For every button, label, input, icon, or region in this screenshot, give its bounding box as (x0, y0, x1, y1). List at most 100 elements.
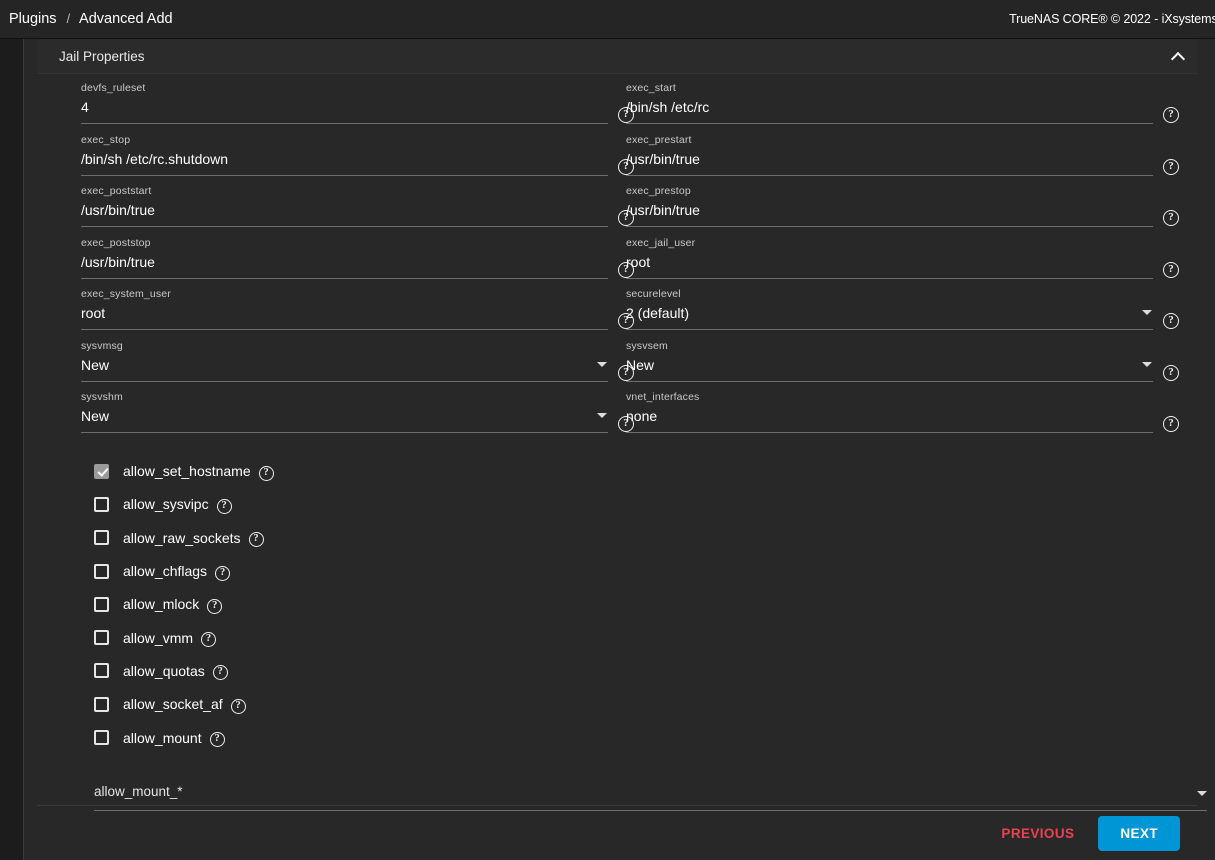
field-exec-system-user: exec_system_userroot? (81, 280, 626, 332)
wizard-footer: PREVIOUS NEXT (37, 805, 1197, 860)
field-value[interactable]: /usr/bin/true (626, 199, 1153, 221)
field-value[interactable]: 2 (default) (626, 302, 1153, 324)
field-control[interactable]: New? (81, 405, 608, 433)
checkbox-box[interactable] (94, 663, 109, 678)
help-icon[interactable]: ? (259, 466, 274, 481)
chevron-up-icon[interactable] (1170, 48, 1186, 64)
field-label: exec_stop (81, 134, 626, 146)
field-value[interactable]: /usr/bin/true (81, 251, 608, 273)
breadcrumb-current[interactable]: Advanced Add (79, 11, 173, 27)
breadcrumb-separator: / (67, 12, 70, 26)
form-row: sysvmsgNew?sysvsemNew? (37, 332, 1197, 384)
checkbox-box[interactable] (94, 597, 109, 612)
help-icon[interactable]: ? (1163, 313, 1179, 329)
content-shell: Jail Properties devfs_ruleset4?exec_star… (0, 39, 1215, 860)
field-exec-stop: exec_stop/bin/sh /etc/rc.shutdown? (81, 126, 626, 178)
allow-mount-multiselect-label: allow_mount_* (94, 781, 1207, 803)
field-control[interactable]: none? (626, 405, 1153, 433)
field-label: sysvmsg (81, 340, 626, 352)
help-icon[interactable]: ? (1163, 262, 1179, 278)
jail-properties-panel: Jail Properties devfs_ruleset4?exec_star… (23, 39, 1215, 860)
field-label: exec_prestart (626, 134, 1171, 146)
chevron-down-icon[interactable] (597, 362, 607, 367)
chevron-down-icon[interactable] (597, 413, 607, 418)
help-icon[interactable]: ? (201, 632, 216, 647)
field-value[interactable]: /usr/bin/true (81, 199, 608, 221)
checkbox-box[interactable] (94, 464, 109, 479)
field-control[interactable]: 4? (81, 96, 608, 124)
previous-button[interactable]: PREVIOUS (989, 817, 1086, 850)
field-value[interactable]: root (81, 302, 608, 324)
checkbox-label: allow_mount (123, 730, 202, 746)
field-label: exec_prestop (626, 185, 1171, 197)
help-icon[interactable]: ? (1163, 416, 1179, 432)
field-control[interactable]: /usr/bin/true? (626, 199, 1153, 227)
checkbox-box[interactable] (94, 530, 109, 545)
help-icon[interactable]: ? (231, 699, 246, 714)
field-label: sysvsem (626, 340, 1171, 352)
help-icon[interactable]: ? (215, 566, 230, 581)
field-control[interactable]: /bin/sh /etc/rc? (626, 96, 1153, 124)
field-control[interactable]: root? (81, 302, 608, 330)
form-row: exec_poststop/usr/bin/true?exec_jail_use… (37, 229, 1197, 281)
checkbox-allow-mlock[interactable]: allow_mlock? (94, 588, 1197, 621)
breadcrumb-root[interactable]: Plugins (9, 11, 57, 27)
field-control[interactable]: /usr/bin/true? (626, 148, 1153, 176)
field-value[interactable]: 4 (81, 96, 608, 118)
checkbox-label: allow_chflags (123, 563, 207, 579)
field-exec-poststop: exec_poststop/usr/bin/true? (81, 229, 626, 281)
chevron-down-icon[interactable] (1197, 791, 1207, 796)
checkbox-box[interactable] (94, 697, 109, 712)
checkbox-box[interactable] (94, 730, 109, 745)
help-icon[interactable]: ? (213, 665, 228, 680)
chevron-down-icon[interactable] (1142, 362, 1152, 367)
help-icon[interactable]: ? (249, 532, 264, 547)
field-value[interactable]: New (626, 354, 1153, 376)
field-control[interactable]: 2 (default)? (626, 302, 1153, 330)
checkbox-allow-set-hostname[interactable]: allow_set_hostname? (94, 455, 1197, 488)
help-icon[interactable]: ? (1163, 210, 1179, 226)
field-sysvmsg: sysvmsg New? (81, 332, 626, 384)
checkbox-allow-vmm[interactable]: allow_vmm? (94, 621, 1197, 654)
help-icon[interactable]: ? (1163, 365, 1179, 381)
checkbox-label: allow_set_hostname (123, 463, 251, 479)
help-icon[interactable]: ? (1163, 159, 1179, 175)
help-icon[interactable]: ? (217, 499, 232, 514)
help-icon[interactable]: ? (210, 732, 225, 747)
field-value[interactable]: New (81, 405, 608, 427)
field-control[interactable]: New? (81, 354, 608, 382)
help-icon[interactable]: ? (1163, 107, 1179, 123)
field-label: securelevel (626, 288, 1171, 300)
field-control[interactable]: /bin/sh /etc/rc.shutdown? (81, 148, 608, 176)
form-row: devfs_ruleset4?exec_start/bin/sh /etc/rc… (37, 74, 1197, 126)
checkbox-allow-raw-sockets[interactable]: allow_raw_sockets? (94, 521, 1197, 554)
checkbox-allow-socket-af[interactable]: allow_socket_af? (94, 688, 1197, 721)
field-value[interactable]: /usr/bin/true (626, 148, 1153, 170)
checkbox-box[interactable] (94, 564, 109, 579)
checkbox-allow-sysvipc[interactable]: allow_sysvipc? (94, 488, 1197, 521)
field-value[interactable]: /bin/sh /etc/rc (626, 96, 1153, 118)
field-exec-jail-user: exec_jail_userroot? (626, 229, 1171, 281)
field-control[interactable]: New? (626, 354, 1153, 382)
checkbox-label: allow_vmm (123, 630, 193, 646)
field-control[interactable]: root? (626, 251, 1153, 279)
field-label: exec_poststop (81, 237, 626, 249)
checkbox-box[interactable] (94, 497, 109, 512)
checkbox-allow-chflags[interactable]: allow_chflags? (94, 554, 1197, 587)
top-bar: Plugins / Advanced Add TrueNAS CORE® © 2… (0, 0, 1215, 39)
checkbox-box[interactable] (94, 630, 109, 645)
field-value[interactable]: /bin/sh /etc/rc.shutdown (81, 148, 608, 170)
field-control[interactable]: /usr/bin/true? (81, 199, 608, 227)
field-label: exec_poststart (81, 185, 626, 197)
field-value[interactable]: root (626, 251, 1153, 273)
next-button[interactable]: NEXT (1098, 816, 1180, 851)
help-icon[interactable]: ? (207, 599, 222, 614)
field-value[interactable]: none (626, 405, 1153, 427)
field-value[interactable]: New (81, 354, 608, 376)
field-control[interactable]: /usr/bin/true? (81, 251, 608, 279)
chevron-down-icon[interactable] (1142, 310, 1152, 315)
checkbox-allow-mount[interactable]: allow_mount? (94, 721, 1197, 754)
jail-properties-header[interactable]: Jail Properties (37, 39, 1197, 74)
checkbox-label: allow_raw_sockets (123, 530, 241, 546)
checkbox-allow-quotas[interactable]: allow_quotas? (94, 654, 1197, 687)
